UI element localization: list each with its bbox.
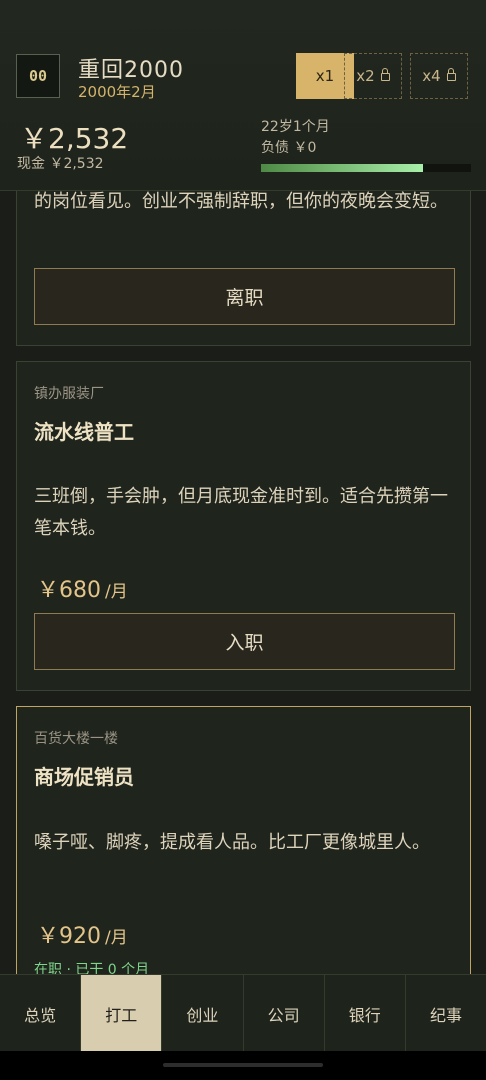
salary-period: /月	[105, 582, 128, 602]
job-salary: ￥680/月	[37, 572, 128, 604]
player-debt: 负债 ￥0	[261, 140, 317, 156]
job-title: 商场促销员	[34, 765, 134, 789]
tab-chronicle[interactable]: 纪事	[406, 975, 486, 1052]
speed-x4-button[interactable]: x4	[410, 53, 468, 99]
tab-bank[interactable]: 银行	[325, 975, 406, 1052]
lock-icon	[380, 68, 390, 81]
speed-label: x1	[315, 67, 335, 85]
lock-icon	[446, 68, 456, 81]
status-header: 00 重回2000 2000年2月 x1 x2 x4 ￥2,532 现金 ￥2,…	[0, 0, 486, 191]
player-age: 22岁1个月	[261, 119, 330, 135]
job-employer: 百货大楼一楼	[34, 731, 118, 747]
speed-label: x4	[422, 67, 441, 85]
system-navigation-bar	[0, 1051, 486, 1080]
tab-overview[interactable]: 总览	[0, 975, 82, 1052]
job-salary: ￥920/月	[37, 918, 128, 950]
bottom-tab-bar: 总览 打工 创业 公司 银行 纪事	[0, 974, 486, 1052]
tab-work[interactable]: 打工	[81, 975, 163, 1052]
salary-amount: ￥680	[37, 578, 101, 603]
month-progress-bar	[261, 164, 471, 172]
salary-amount: ￥920	[37, 924, 101, 949]
cash-detail: 现金 ￥2,532	[17, 156, 104, 172]
cash-total: ￥2,532	[20, 122, 129, 155]
avatar[interactable]: 00	[16, 54, 60, 98]
speed-x2-button[interactable]: x2	[344, 53, 402, 99]
job-description: 三班倒，手会肿，但月底现金准时到。适合先攒第一笔本钱。	[34, 486, 448, 539]
month-progress-fill	[261, 164, 423, 172]
quit-job-button[interactable]: 离职	[34, 268, 455, 325]
salary-period: /月	[105, 928, 128, 948]
game-title: 重回2000	[78, 58, 184, 83]
join-job-button[interactable]: 入职	[34, 613, 455, 670]
tab-company[interactable]: 公司	[244, 975, 325, 1052]
game-date: 2000年2月	[78, 83, 156, 101]
job-description: 嗓子哑、脚疼，提成看人品。比工厂更像城里人。	[34, 832, 430, 853]
gesture-handle[interactable]	[163, 1063, 323, 1067]
job-card-factory: 镇办服装厂 流水线普工 三班倒，手会肿，但月底现金准时到。适合先攒第一笔本钱。 …	[16, 361, 471, 691]
job-card-mall: 百货大楼一楼 商场促销员 嗓子哑、脚疼，提成看人品。比工厂更像城里人。 ￥920…	[16, 706, 471, 996]
job-title: 流水线普工	[34, 420, 134, 444]
job-employer: 镇办服装厂	[34, 386, 104, 402]
tab-startup[interactable]: 创业	[162, 975, 244, 1052]
speed-label: x2	[356, 67, 375, 85]
